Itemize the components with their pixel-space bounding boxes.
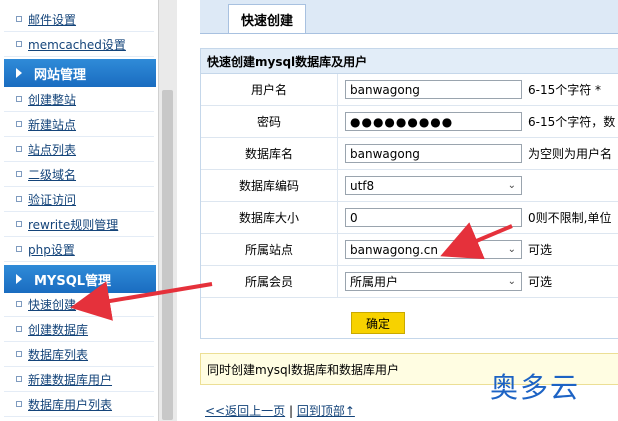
bullet-icon: [16, 41, 22, 47]
field-label: 数据库编码: [201, 170, 338, 201]
form-row-password: 密码 ●●●●●●●●● 6-15个字符，数: [201, 106, 618, 138]
sidebar-item-label[interactable]: memcached设置: [28, 36, 126, 53]
chevron-down-icon: ⌄: [507, 276, 516, 287]
bullet-icon: [16, 146, 22, 152]
field-hint: 6-15个字符，数: [528, 115, 616, 129]
site-select[interactable]: banwagong.cn ⌄: [345, 240, 522, 259]
sidebar-item-db-user-list[interactable]: 数据库用户列表: [4, 392, 154, 417]
sidebar-item-database-list[interactable]: 数据库列表: [4, 342, 154, 367]
sidebar-item-label[interactable]: 数据库列表: [28, 346, 88, 363]
bullet-icon: [16, 301, 22, 307]
form-row-dbsize: 数据库大小 0 0则不限制,单位: [201, 202, 618, 234]
sidebar-item-subdomain[interactable]: 二级域名: [4, 162, 154, 187]
scrollbar-thumb[interactable]: [162, 90, 173, 420]
sidebar-item-label[interactable]: 二级域名: [28, 166, 76, 183]
sidebar-item-label[interactable]: 创建数据库: [28, 321, 88, 338]
sidebar-item-memcached-settings[interactable]: memcached设置: [4, 32, 154, 57]
field-hint: 可选: [528, 275, 553, 289]
select-value: 所属用户: [350, 275, 399, 289]
field-label: 密码: [201, 106, 338, 137]
form-row-encoding: 数据库编码 utf8 ⌄: [201, 170, 618, 202]
password-input[interactable]: ●●●●●●●●●: [345, 112, 522, 131]
back-to-top-link[interactable]: 回到顶部↑: [297, 404, 355, 418]
triangle-right-icon: [16, 68, 22, 78]
bullet-icon: [16, 171, 22, 177]
chevron-down-icon: ⌄: [507, 180, 516, 191]
bullet-icon: [16, 121, 22, 127]
bullet-icon: [16, 351, 22, 357]
main-content: 快速创建 快速创建mysql数据库及用户 用户名 banwagong 6-15个…: [190, 0, 618, 421]
encoding-select[interactable]: utf8 ⌄: [345, 176, 522, 195]
form-row-member: 所属会员 所属用户 ⌄ 可选: [201, 266, 618, 298]
field-label: 所属会员: [201, 266, 338, 297]
sidebar-item-new-db-user[interactable]: 新建数据库用户: [4, 367, 154, 392]
field-hint: 为空则为用户名: [528, 147, 613, 161]
bullet-icon: [16, 376, 22, 382]
sidebar-item-create-database[interactable]: 创建数据库: [4, 317, 154, 342]
field-label: 数据库大小: [201, 202, 338, 233]
select-value: utf8: [350, 178, 375, 193]
sidebar-item-rewrite-rules[interactable]: rewrite规则管理: [4, 212, 154, 237]
bullet-icon: [16, 326, 22, 332]
sidebar-item-label[interactable]: 快速创建: [28, 296, 76, 313]
sidebar: 邮件设置 memcached设置 网站管理 创建整站 新建站点 站点列表 二级域…: [0, 0, 158, 421]
confirm-button[interactable]: 确定: [351, 312, 405, 334]
sidebar-item-label[interactable]: 验证访问: [28, 191, 76, 208]
sidebar-item-new-site[interactable]: 新建站点: [4, 112, 154, 137]
quick-create-panel: 快速创建mysql数据库及用户 用户名 banwagong 6-15个字符 * …: [200, 48, 618, 339]
field-hint: 0则不限制,单位: [528, 211, 612, 225]
bullet-icon: [16, 401, 22, 407]
sidebar-item-label[interactable]: php设置: [28, 241, 75, 258]
section-header-mysql-management[interactable]: MYSQL管理: [4, 265, 156, 293]
sidebar-item-create-full-site[interactable]: 创建整站: [4, 87, 154, 112]
section-title: 网站管理: [34, 67, 87, 83]
tab-quick-create[interactable]: 快速创建: [228, 4, 307, 33]
section-title: MYSQL管理: [34, 273, 112, 289]
sidebar-scrollbar[interactable]: [158, 0, 177, 421]
footer-links: <<返回上一页 | 回到顶部↑: [205, 402, 355, 419]
select-value: banwagong.cn: [350, 242, 438, 257]
sidebar-item-label[interactable]: 创建整站: [28, 91, 76, 108]
member-select[interactable]: 所属用户 ⌄: [345, 272, 522, 291]
form-row-dbname: 数据库名 banwagong 为空则为用户名: [201, 138, 618, 170]
sidebar-item-label[interactable]: 数据库用户列表: [28, 396, 112, 413]
chevron-down-icon: ⌄: [507, 244, 516, 255]
username-input[interactable]: banwagong: [345, 80, 522, 99]
field-label: 数据库名: [201, 138, 338, 169]
bullet-icon: [16, 16, 22, 22]
sidebar-item-label[interactable]: 新建站点: [28, 116, 76, 133]
panel-title: 快速创建mysql数据库及用户: [201, 49, 618, 74]
bullet-icon: [16, 196, 22, 202]
sidebar-item-quick-create[interactable]: 快速创建: [4, 292, 154, 317]
sidebar-item-label[interactable]: 新建数据库用户: [28, 371, 112, 388]
sidebar-item-site-list[interactable]: 站点列表: [4, 137, 154, 162]
field-hint: 6-15个字符 *: [528, 83, 602, 97]
field-hint: 可选: [528, 243, 553, 257]
separator: |: [288, 404, 293, 418]
triangle-right-icon: [16, 274, 22, 284]
bullet-icon: [16, 96, 22, 102]
sidebar-item-label[interactable]: 邮件设置: [28, 11, 76, 28]
bullet-icon: [16, 246, 22, 252]
back-link[interactable]: <<返回上一页: [205, 404, 285, 418]
dbsize-input[interactable]: 0: [345, 208, 522, 227]
section-header-site-management[interactable]: 网站管理: [4, 59, 156, 87]
watermark-logo: 奥多云: [490, 371, 581, 404]
tab-bar: 快速创建: [200, 0, 618, 34]
form-row-site: 所属站点 banwagong.cn ⌄ 可选: [201, 234, 618, 266]
dbname-input[interactable]: banwagong: [345, 144, 522, 163]
sidebar-item-auth-access[interactable]: 验证访问: [4, 187, 154, 212]
sidebar-item-mail-settings[interactable]: 邮件设置: [4, 7, 154, 32]
bullet-icon: [16, 221, 22, 227]
field-label: 所属站点: [201, 234, 338, 265]
sidebar-item-label[interactable]: rewrite规则管理: [28, 216, 118, 233]
sidebar-item-label[interactable]: 站点列表: [28, 141, 76, 158]
form-row-username: 用户名 banwagong 6-15个字符 *: [201, 74, 618, 106]
field-label: 用户名: [201, 74, 338, 105]
sidebar-item-php-settings[interactable]: php设置: [4, 237, 154, 262]
